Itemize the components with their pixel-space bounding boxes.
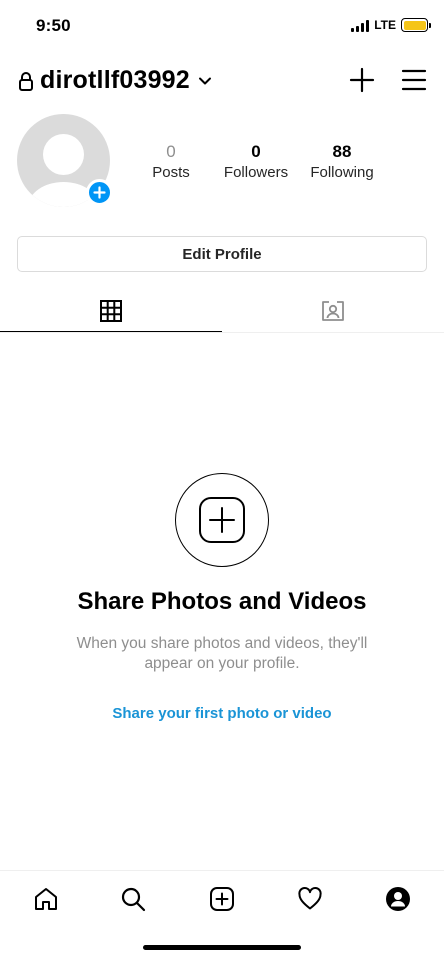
status-indicators: LTE bbox=[351, 18, 431, 32]
tab-tagged[interactable] bbox=[222, 290, 444, 332]
bottom-nav bbox=[0, 870, 444, 926]
empty-state-subtitle: When you share photos and videos, they'l… bbox=[76, 635, 368, 672]
lock-icon bbox=[19, 71, 33, 91]
profile-header: dirotllf03992 bbox=[0, 62, 444, 102]
nav-activity[interactable] bbox=[296, 885, 324, 913]
posts-stat[interactable]: 0 Posts bbox=[140, 142, 202, 184]
search-icon bbox=[121, 887, 146, 912]
empty-state-title: Share Photos and Videos bbox=[77, 588, 367, 615]
account-switcher[interactable]: dirotllf03992 bbox=[18, 66, 212, 95]
grid-icon bbox=[100, 299, 122, 322]
network-type: LTE bbox=[374, 18, 396, 32]
nav-profile[interactable] bbox=[384, 885, 412, 913]
username: dirotllf03992 bbox=[40, 66, 190, 94]
tab-posts-grid[interactable] bbox=[0, 290, 222, 332]
menu-button[interactable] bbox=[400, 66, 428, 94]
followers-label: Followers bbox=[223, 164, 289, 181]
edit-profile-button[interactable]: Edit Profile bbox=[17, 236, 427, 272]
battery-icon bbox=[401, 18, 431, 32]
tagged-person-icon bbox=[322, 301, 344, 321]
nav-search[interactable] bbox=[119, 885, 147, 913]
heart-icon bbox=[298, 886, 322, 910]
home-icon bbox=[35, 888, 57, 910]
followers-count: 0 bbox=[251, 142, 261, 161]
followers-stat[interactable]: 0 Followers bbox=[218, 142, 294, 184]
following-stat[interactable]: 88 Following bbox=[304, 142, 380, 184]
posts-label: Posts bbox=[152, 164, 190, 181]
new-post-icon bbox=[210, 887, 234, 911]
following-count: 88 bbox=[332, 142, 352, 161]
share-first-post-link[interactable]: Share your first photo or video bbox=[0, 705, 444, 722]
chevron-down-icon bbox=[198, 77, 211, 84]
status-bar: 9:50 LTE bbox=[0, 0, 444, 52]
home-indicator[interactable] bbox=[143, 945, 301, 950]
signal-icon bbox=[351, 19, 370, 32]
new-post-circle[interactable] bbox=[175, 473, 269, 567]
status-time: 9:50 bbox=[36, 16, 71, 35]
plus-icon bbox=[93, 186, 106, 199]
new-post-button[interactable] bbox=[348, 66, 376, 94]
nav-new-post[interactable] bbox=[208, 885, 236, 913]
profile-tabs bbox=[0, 290, 444, 333]
nav-home[interactable] bbox=[32, 885, 60, 913]
following-label: Following bbox=[310, 164, 374, 181]
posts-count: 0 bbox=[166, 142, 176, 161]
add-story-button[interactable] bbox=[86, 179, 113, 206]
profile-icon bbox=[386, 887, 410, 911]
new-post-icon bbox=[199, 497, 245, 543]
